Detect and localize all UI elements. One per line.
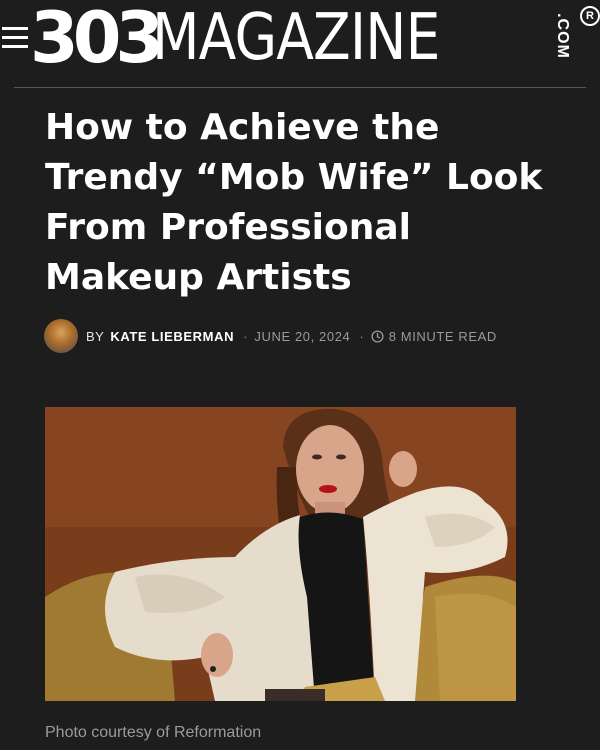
article-meta: BY KATE LIEBERMAN · JUNE 20, 2024 · 8 MI…: [44, 318, 497, 354]
publish-date: JUNE 20, 2024: [254, 328, 351, 344]
site-header: 303 MAGAZINE .COM R: [0, 0, 600, 88]
logo-wordmark[interactable]: MAGAZINE: [152, 0, 440, 78]
clock-icon: [371, 329, 384, 343]
read-time: 8 MINUTE READ: [388, 328, 497, 344]
hamburger-menu-icon[interactable]: [2, 27, 28, 53]
logo-domain: .COM: [551, 3, 573, 69]
byline-prefix: BY: [86, 328, 105, 344]
logo-number[interactable]: 303: [30, 0, 164, 82]
hero-photo-illustration: [45, 407, 516, 701]
article-title: How to Achieve the Trendy “Mob Wife” Loo…: [45, 107, 543, 298]
author-link[interactable]: KATE LIEBERMAN: [110, 329, 234, 344]
hero-image: [45, 407, 516, 701]
header-divider: [14, 87, 586, 88]
meta-separator: ·: [359, 328, 364, 344]
author-avatar[interactable]: [44, 319, 78, 353]
logo-domain-text: .COM: [554, 13, 571, 59]
registered-mark-icon: R: [580, 6, 600, 26]
meta-separator: ·: [243, 328, 248, 344]
image-caption: Photo courtesy of Reformation: [45, 724, 262, 741]
